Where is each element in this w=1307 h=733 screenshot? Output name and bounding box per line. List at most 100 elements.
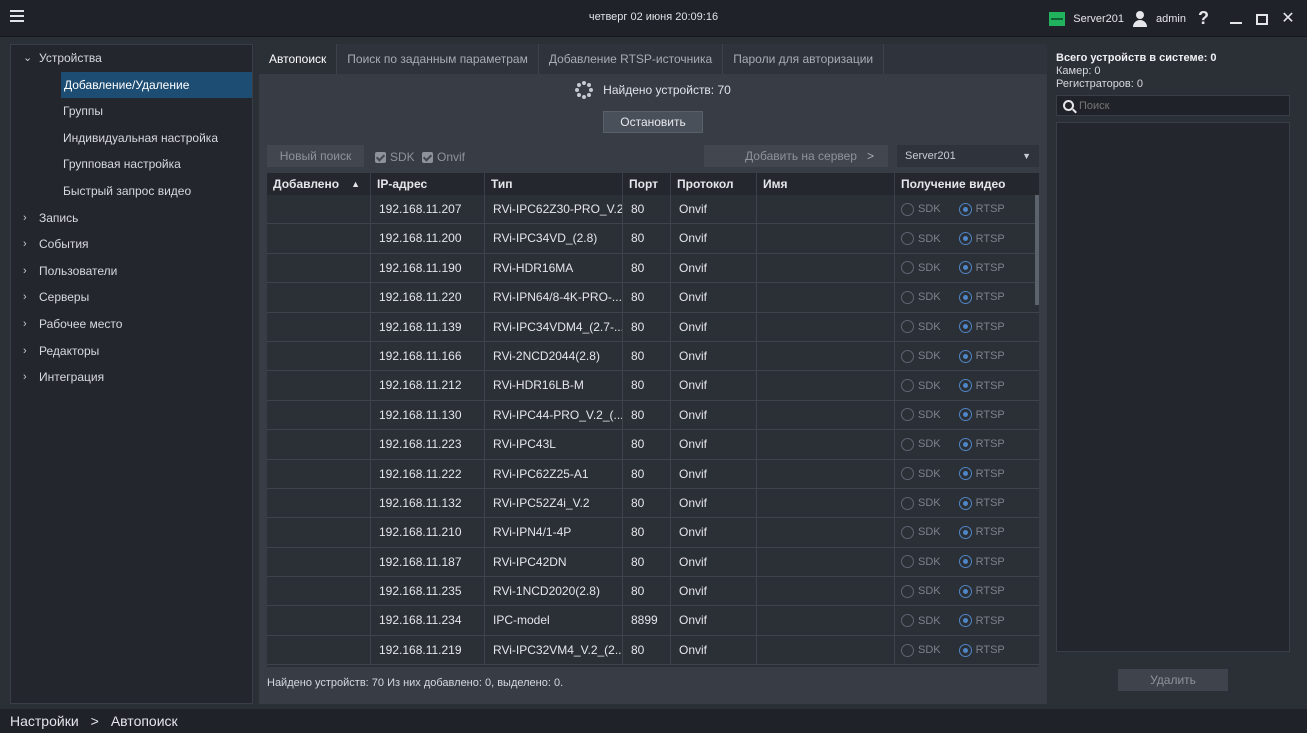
table-scrollbar[interactable] — [1035, 195, 1039, 667]
sdk-radio[interactable] — [901, 202, 914, 216]
server-name[interactable]: Server201 — [1073, 13, 1124, 25]
sdk-radio[interactable] — [901, 643, 914, 657]
close-button[interactable]: ✕ — [1279, 10, 1297, 28]
onvif-checkbox[interactable]: Onvif — [422, 150, 465, 164]
rtsp-radio[interactable] — [958, 496, 972, 510]
table-row[interactable]: 192.168.11.166 RVi-2NCD2044(2.8) 80 Onvif SD… — [267, 341, 1039, 372]
column-header-label: Имя — [763, 177, 788, 191]
sdk-radio[interactable] — [901, 379, 914, 393]
tab[interactable]: Автопоиск — [259, 44, 338, 74]
table-row[interactable]: 192.168.11.234 IPC-model 8899 Onvif SDK RTSP — [267, 606, 1039, 636]
sdk-radio[interactable] — [901, 525, 914, 539]
rtsp-radio[interactable] — [958, 320, 972, 334]
user-name[interactable]: admin — [1156, 13, 1186, 25]
rtsp-radio[interactable] — [958, 525, 972, 539]
sidebar-item[interactable]: › Серверы — [11, 284, 252, 311]
sidebar-item[interactable]: Индивидуальная настройка — [11, 125, 252, 152]
rtsp-radio[interactable] — [958, 437, 972, 451]
delete-button[interactable]: Удалить — [1118, 669, 1228, 691]
rtsp-radio-label: RTSP — [975, 526, 1005, 539]
table-row[interactable]: 192.168.11.190 RVi-HDR16MA 80 Onvif SDK RTSP — [267, 253, 1039, 284]
sidebar-item[interactable]: › Запись — [11, 205, 252, 232]
tab[interactable]: Пароли для авторизации — [723, 44, 885, 74]
column-header[interactable]: Порт — [623, 173, 671, 195]
rtsp-radio[interactable] — [958, 349, 972, 363]
sdk-radio[interactable] — [901, 232, 914, 246]
table-row[interactable]: 192.168.11.212 RVi-HDR16LB-M 80 Onvif SDK RTS… — [267, 371, 1039, 401]
sidebar-item[interactable]: › Рабочее место — [11, 311, 252, 338]
sdk-radio[interactable] — [901, 584, 914, 598]
sdk-checkbox[interactable]: SDK — [375, 150, 415, 164]
sdk-radio[interactable] — [901, 408, 914, 422]
add-to-server-button[interactable]: Добавить на сервер > — [704, 145, 888, 167]
sdk-radio-label: SDK — [918, 497, 941, 510]
column-header[interactable]: Тип — [485, 173, 623, 195]
sdk-radio[interactable] — [901, 320, 914, 334]
table-row[interactable]: 192.168.11.187 RVi-IPC42DN 80 Onvif SDK RTSP — [267, 547, 1039, 578]
rtsp-radio[interactable] — [958, 467, 972, 481]
sdk-radio[interactable] — [901, 614, 914, 628]
column-header-label: Тип — [491, 177, 513, 191]
table-row[interactable]: 192.168.11.130 RVi-IPC44-PRO_V.2_(... 80 On… — [267, 400, 1039, 431]
system-devices-list[interactable] — [1056, 122, 1290, 652]
table-row[interactable]: 192.168.11.210 RVi-IPN4/1-4P 80 Onvif SDK RTS… — [267, 518, 1039, 548]
table-row[interactable]: 192.168.11.223 RVi-IPC43L 80 Onvif SDK RTSP — [267, 430, 1039, 460]
table-row[interactable]: 192.168.11.222 RVi-IPC62Z25-A1 80 Onvif SDK R… — [267, 459, 1039, 489]
sdk-radio[interactable] — [901, 437, 914, 451]
new-search-button[interactable]: Новый поиск — [267, 145, 364, 167]
sdk-radio[interactable] — [901, 555, 914, 569]
rtsp-radio-label: RTSP — [975, 350, 1005, 363]
rtsp-radio[interactable] — [958, 379, 972, 393]
sidebar-item[interactable]: Группы — [11, 98, 252, 125]
tab[interactable]: Добавление RTSP-источника — [539, 44, 724, 74]
sdk-radio[interactable] — [901, 261, 914, 275]
sidebar-item[interactable]: › Пользователи — [11, 258, 252, 285]
server-select[interactable]: Server201 ▼ — [897, 145, 1039, 167]
rtsp-radio[interactable] — [958, 408, 972, 422]
table-row[interactable]: 192.168.11.139 RVi-IPC34VDM4_(2.7-... 80 On… — [267, 312, 1039, 342]
stop-search-button[interactable]: Остановить — [603, 111, 703, 133]
add-to-server-label: Добавить на сервер — [745, 149, 857, 163]
sidebar-item[interactable]: › Редакторы — [11, 338, 252, 365]
minimize-button[interactable] — [1227, 10, 1245, 28]
table-row[interactable]: 192.168.11.235 RVi-1NCD2020(2.8) 80 Onvif SD… — [267, 577, 1039, 607]
rtsp-radio[interactable] — [958, 555, 972, 569]
device-search[interactable] — [1056, 95, 1290, 116]
maximize-button[interactable] — [1253, 10, 1271, 28]
table-row[interactable]: 192.168.11.207 RVi-IPC62Z30-PRO_V.2 80 Onvi… — [267, 195, 1039, 225]
search-input[interactable] — [1079, 99, 1279, 112]
column-header[interactable]: Добавлено ▲ — [267, 173, 371, 195]
table-row[interactable]: 192.168.11.132 RVi-IPC52Z4i_V.2 80 Onvif SDK… — [267, 488, 1039, 519]
table-row[interactable]: 192.168.11.220 RVi-IPN64/8-4K-PRO-... 80 On… — [267, 283, 1039, 313]
rtsp-radio[interactable] — [958, 584, 972, 598]
rtsp-radio[interactable] — [958, 232, 972, 246]
rtsp-radio[interactable] — [958, 290, 972, 304]
column-header[interactable]: IP-адрес — [371, 173, 485, 195]
column-header[interactable]: Протокол — [671, 173, 757, 195]
table-cell: RVi-IPC44-PRO_V.2_(... — [485, 400, 623, 430]
rtsp-radio[interactable] — [958, 614, 972, 628]
sidebar-item[interactable]: Групповая настройка — [11, 151, 252, 178]
table-row[interactable]: 192.168.11.219 RVi-IPC32VM4_V.2_(2... 80 On… — [267, 635, 1039, 666]
sidebar-item[interactable]: › Интеграция — [11, 364, 252, 391]
sdk-radio[interactable] — [901, 496, 914, 510]
table-cell: Onvif — [671, 253, 757, 283]
help-icon[interactable]: ? — [1198, 8, 1209, 29]
rtsp-radio[interactable] — [958, 643, 972, 657]
sdk-radio[interactable] — [901, 290, 914, 304]
sdk-radio[interactable] — [901, 467, 914, 481]
search-status: Найдено устройств: 70 — [259, 81, 1047, 99]
table-row[interactable]: 192.168.11.200 RVi-IPC34VD_(2.8) 80 Onvif SD… — [267, 224, 1039, 254]
rtsp-radio[interactable] — [958, 202, 972, 216]
sidebar-item[interactable]: ⌄ Устройства — [11, 45, 252, 72]
scroll-thumb[interactable] — [1035, 195, 1039, 305]
sidebar-item[interactable]: Быстрый запрос видео — [11, 178, 252, 205]
sdk-radio[interactable] — [901, 349, 914, 363]
column-header[interactable]: Имя — [757, 173, 895, 195]
breadcrumb-root[interactable]: Настройки — [10, 713, 79, 729]
column-header[interactable]: Получение видео — [895, 173, 1031, 195]
tab[interactable]: Поиск по заданным параметрам — [337, 44, 539, 74]
sidebar-item[interactable]: Добавление/Удаление — [61, 71, 252, 99]
rtsp-radio[interactable] — [958, 261, 972, 275]
sidebar-item[interactable]: › События — [11, 231, 252, 258]
